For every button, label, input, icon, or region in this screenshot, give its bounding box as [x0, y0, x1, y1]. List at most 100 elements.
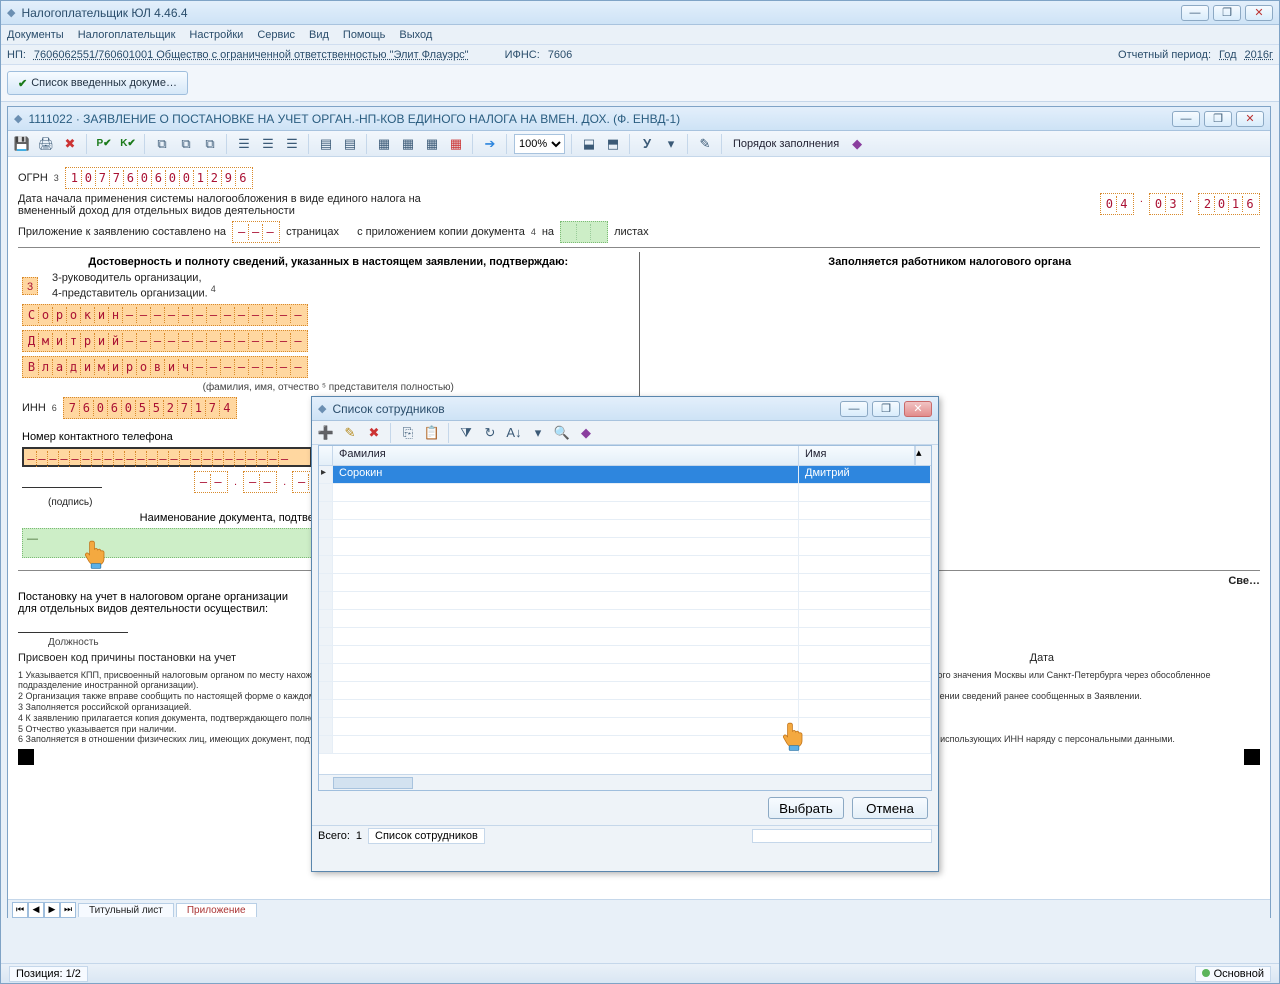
tree-icon[interactable]: ⧉	[152, 134, 172, 154]
u-dd-icon[interactable]: ▾	[661, 134, 681, 154]
last-name-field[interactable]: Сорокин—————————————	[22, 304, 308, 326]
modal-statusbar: Всего: 1 Список сотрудников	[312, 825, 938, 845]
menu-view[interactable]: Вид	[309, 29, 329, 41]
menu-exit[interactable]: Выход	[399, 29, 432, 41]
start-date-month[interactable]: 03	[1149, 193, 1183, 215]
grid-hscroll[interactable]	[319, 774, 931, 790]
print-icon[interactable]: 🖨	[36, 134, 56, 154]
document-title: 1111022 · ЗАЯВЛЕНИЕ О ПОСТАНОВКЕ НА УЧЕТ…	[28, 112, 1172, 126]
ogrn-field[interactable]: 1077606001296	[65, 167, 253, 189]
doc-minimize-button[interactable]: —	[1172, 111, 1200, 127]
document-titlebar: ◆ 1111022 · ЗАЯВЛЕНИЕ О ПОСТАНОВКЕ НА УЧ…	[8, 107, 1270, 131]
doc-close-button[interactable]: ✕	[1236, 111, 1264, 127]
docs-list-button[interactable]: Список введенных докуме…	[7, 71, 188, 95]
col-firstname[interactable]: Имя	[799, 446, 915, 465]
period-value[interactable]: 2016г	[1245, 49, 1273, 61]
inn-field[interactable]: 760605527174	[63, 397, 237, 419]
filter-icon[interactable]: ⧩	[456, 423, 476, 443]
start-date-day[interactable]: 04	[1100, 193, 1134, 215]
pcheck-icon[interactable]: P✔	[94, 134, 114, 154]
minimize-button[interactable]: —	[1181, 5, 1209, 21]
form2-icon[interactable]: ▦	[398, 134, 418, 154]
sort-dd-icon[interactable]: ▾	[528, 423, 548, 443]
help-book-icon[interactable]: ◆	[847, 134, 867, 154]
col1-icon[interactable]: ▤	[316, 134, 336, 154]
app-pages-sup: 4	[531, 227, 536, 237]
tree3-icon[interactable]: ⧉	[200, 134, 220, 154]
close-button[interactable]: ✕	[1245, 5, 1273, 21]
menu-taxpayer[interactable]: Налогоплательщик	[78, 29, 176, 41]
refresh-icon[interactable]: ↻	[480, 423, 500, 443]
modal-title: Список сотрудников	[332, 402, 840, 416]
delete-icon[interactable]: ✖	[60, 134, 80, 154]
doc-maximize-button[interactable]: ❐	[1204, 111, 1232, 127]
row-down-icon[interactable]: ☰	[282, 134, 302, 154]
patronymic-field[interactable]: Владимирович————————	[22, 356, 308, 378]
tree2-icon[interactable]: ⧉	[176, 134, 196, 154]
grid-vscroll-up[interactable]: ▴	[915, 446, 931, 465]
delete-row-icon[interactable]: ✖	[364, 423, 384, 443]
rep-code-field[interactable]: 3	[22, 277, 38, 295]
select-button[interactable]: Выбрать	[768, 797, 844, 819]
row-up-icon[interactable]: ☰	[234, 134, 254, 154]
book-icon[interactable]: ◆	[576, 423, 596, 443]
period-type[interactable]: Год	[1219, 49, 1237, 61]
col-lastname[interactable]: Фамилия	[333, 446, 799, 465]
docs-list-label: Список введенных докуме…	[31, 77, 177, 89]
form3-icon[interactable]: ▦	[422, 134, 442, 154]
menu-help[interactable]: Помощь	[343, 29, 386, 41]
app-pages-end: листах	[614, 226, 649, 238]
fill-order-link[interactable]: Порядок заполнения	[733, 138, 839, 150]
main-window: ◆ Налогоплательщик ЮЛ 4.46.4 — ❐ ✕ Докум…	[0, 0, 1280, 984]
start-date-year[interactable]: 2016	[1198, 193, 1260, 215]
tab-next-button[interactable]: ▶	[44, 902, 60, 918]
app-sheets-field[interactable]	[560, 221, 608, 243]
tab-appendix[interactable]: Приложение	[176, 903, 257, 917]
tab-first-button[interactable]: ⏮	[12, 902, 28, 918]
modal-maximize-button[interactable]: ❐	[872, 401, 900, 417]
ifns-label: ИФНС:	[505, 49, 540, 61]
maximize-button[interactable]: ❐	[1213, 5, 1241, 21]
app-pages-field[interactable]: ———	[232, 221, 280, 243]
u-icon[interactable]: У	[637, 134, 657, 154]
search-icon[interactable]: 🔍	[552, 423, 572, 443]
sort-icon[interactable]: A↓	[504, 423, 524, 443]
col2-icon[interactable]: ▤	[340, 134, 360, 154]
tab-prev-button[interactable]: ◀	[28, 902, 44, 918]
kcheck-icon[interactable]: K✔	[118, 134, 138, 154]
modal-minimize-button[interactable]: —	[840, 401, 868, 417]
menu-service[interactable]: Сервис	[257, 29, 295, 41]
layout1-icon[interactable]: ⬓	[579, 134, 599, 154]
form4-icon[interactable]: ▦	[446, 134, 466, 154]
form1-icon[interactable]: ▦	[374, 134, 394, 154]
document-toolbar: 💾 🖨 ✖ P✔ K✔ ⧉ ⧉ ⧉ ☰ ☰ ☰ ▤ ▤ ▦ ▦ ▦	[8, 131, 1270, 157]
mode-indicator: Основной	[1195, 966, 1271, 982]
zoom-select[interactable]: 100%	[514, 134, 565, 154]
inn-label: ИНН	[22, 402, 46, 414]
dat-label: Дата	[1030, 652, 1054, 664]
modal-close-button[interactable]: ✕	[904, 401, 932, 417]
sign-line	[22, 476, 102, 488]
edit-icon[interactable]: ✎	[340, 423, 360, 443]
first-name-field[interactable]: Дмитрий—————————————	[22, 330, 308, 352]
menu-documents[interactable]: Документы	[7, 29, 64, 41]
wand-icon[interactable]: ✎	[695, 134, 715, 154]
app-title: Налогоплательщик ЮЛ 4.46.4	[21, 6, 1181, 20]
layout2-icon[interactable]: ⬒	[603, 134, 623, 154]
row-mid-icon[interactable]: ☰	[258, 134, 278, 154]
grid-body[interactable]: Сорокин Дмитрий	[319, 466, 931, 774]
phone-field[interactable]: ————————————————————————	[22, 447, 312, 467]
menu-settings[interactable]: Настройки	[189, 29, 243, 41]
tab-last-button[interactable]: ⏭	[60, 902, 76, 918]
grid-row[interactable]: Сорокин Дмитрий	[319, 466, 931, 484]
arrow-right-icon[interactable]: ➔	[480, 134, 500, 154]
paste-icon[interactable]: 📋	[422, 423, 442, 443]
tab-title-sheet[interactable]: Титульный лист	[78, 903, 174, 917]
save-icon[interactable]: 💾	[12, 134, 32, 154]
add-icon[interactable]: ➕	[316, 423, 336, 443]
np-link[interactable]: 7606062551/760601001 Общество с ограниче…	[34, 49, 469, 61]
copy-icon[interactable]: ⎘	[398, 423, 418, 443]
section-right-hdr: Заполняется работником налогового органа	[644, 256, 1257, 268]
sign-date-field[interactable]: ——	[194, 471, 228, 493]
cancel-button[interactable]: Отмена	[852, 797, 928, 819]
